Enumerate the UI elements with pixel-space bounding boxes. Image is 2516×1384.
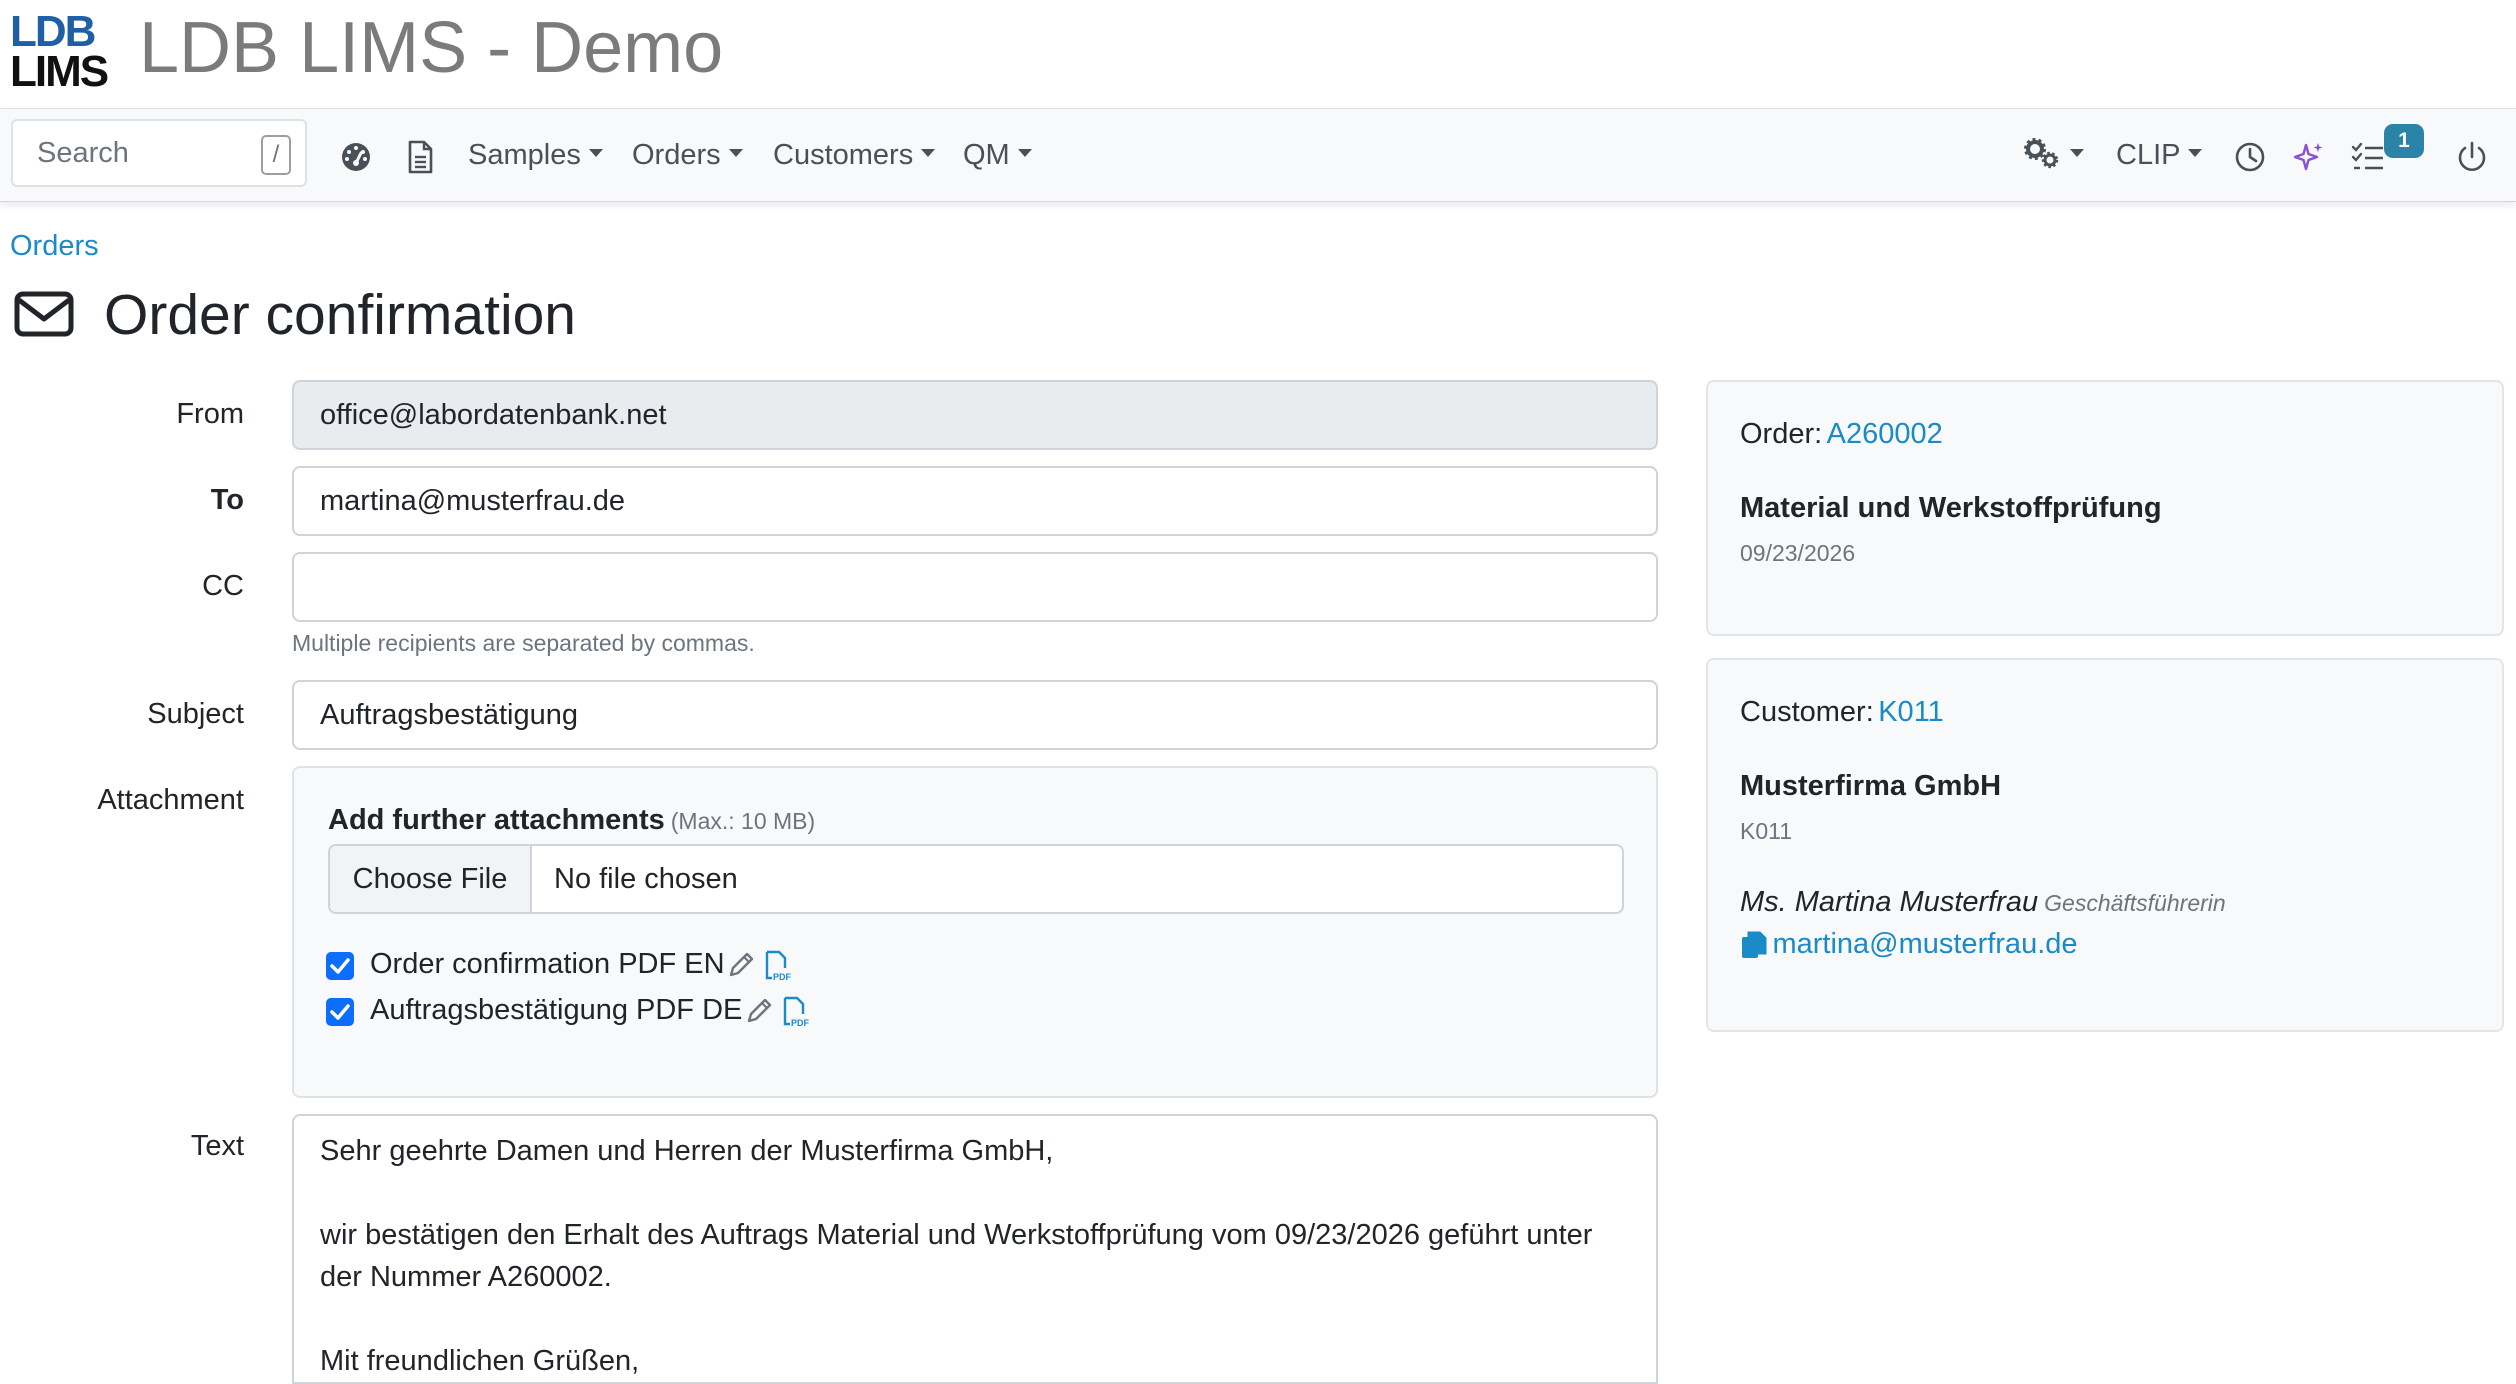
message-textarea[interactable]: Sehr geehrte Damen und Herren der Muster… bbox=[292, 1114, 1658, 1384]
power-icon[interactable] bbox=[2454, 139, 2490, 175]
contact-name: Ms. Martina Musterfrau bbox=[1740, 886, 2039, 918]
attachment-checkbox[interactable] bbox=[326, 998, 354, 1026]
file-upload-input[interactable]: Choose File No file chosen bbox=[328, 844, 1624, 914]
text-label: Text bbox=[190, 1130, 244, 1162]
customer-code: K011 bbox=[1740, 818, 1793, 844]
menu-clip[interactable]: CLIP bbox=[2116, 133, 2203, 177]
copy-icon[interactable] bbox=[1740, 930, 1768, 960]
search-box: / bbox=[11, 119, 307, 187]
attachment-label: Auftragsbestätigung PDF DE bbox=[370, 994, 743, 1026]
breadcrumb-orders[interactable]: Orders bbox=[10, 230, 99, 263]
customer-name-link[interactable]: Musterfirma GmbH bbox=[1740, 770, 2001, 803]
from-field[interactable] bbox=[292, 380, 1658, 450]
customer-card: Customer: K011 Musterfirma GmbH K011 Ms.… bbox=[1706, 658, 2504, 1032]
chevron-down-icon bbox=[728, 149, 743, 158]
app-title: LDB LIMS - Demo bbox=[139, 8, 724, 88]
logo-line-lims: LIMS bbox=[10, 47, 109, 96]
menu-settings[interactable] bbox=[2022, 133, 2084, 177]
chevron-down-icon bbox=[2070, 149, 2084, 158]
pencil-icon[interactable] bbox=[744, 996, 774, 1028]
to-field[interactable] bbox=[292, 466, 1658, 536]
svg-text:PDF: PDF bbox=[791, 1018, 810, 1028]
chevron-down-icon bbox=[2188, 149, 2203, 158]
dashboard-icon[interactable] bbox=[338, 139, 374, 175]
svg-text:PDF: PDF bbox=[773, 972, 792, 982]
menu-samples[interactable]: Samples bbox=[468, 133, 603, 177]
attachments-title: Add further attachments bbox=[328, 804, 665, 836]
menu-samples-label: Samples bbox=[468, 139, 581, 171]
message-line: Sehr geehrte Damen und Herren der Muster… bbox=[320, 1135, 1054, 1167]
cc-help-text: Multiple recipients are separated by com… bbox=[292, 630, 755, 656]
menu-qm-label: QM bbox=[963, 139, 1010, 171]
subject-field[interactable] bbox=[292, 680, 1658, 750]
message-line: Mit freundlichen Grüßen, bbox=[320, 1345, 640, 1377]
subject-label: Subject bbox=[147, 698, 244, 730]
chevron-down-icon bbox=[1017, 149, 1032, 158]
attachment-label: Order confirmation PDF EN bbox=[370, 948, 725, 980]
order-card: Order: A260002 Material und Werkstoffprü… bbox=[1706, 380, 2504, 636]
attachment-checkbox[interactable] bbox=[326, 952, 354, 980]
ai-sparkle-icon[interactable] bbox=[2290, 139, 2326, 175]
attachment-panel: Add further attachments (Max.: 10 MB) Cho… bbox=[292, 766, 1658, 1098]
pencil-icon[interactable] bbox=[726, 950, 756, 982]
menu-orders[interactable]: Orders bbox=[632, 133, 743, 177]
settings-gears-icon bbox=[2024, 138, 2059, 169]
from-label: From bbox=[176, 398, 244, 430]
app-logo[interactable]: LDB LIMS bbox=[10, 10, 109, 94]
message-line: wir bestätigen den Erhalt des Auftrags M… bbox=[320, 1219, 1593, 1293]
chevron-down-icon bbox=[588, 149, 603, 158]
cc-field[interactable] bbox=[292, 552, 1658, 622]
file-status-text: No file chosen bbox=[554, 863, 738, 895]
customer-reference: Customer: K011 bbox=[1740, 696, 1944, 729]
pdf-file-icon[interactable]: PDF bbox=[764, 950, 794, 982]
order-reference: Order: A260002 bbox=[1740, 418, 1943, 451]
order-name: Material und Werkstoffprüfung bbox=[1740, 492, 2162, 524]
menu-customers-label: Customers bbox=[773, 139, 914, 171]
tasks-count-badge: 1 bbox=[2384, 124, 2424, 158]
menu-clip-label: CLIP bbox=[2116, 139, 2181, 171]
history-clock-icon[interactable] bbox=[2232, 139, 2268, 175]
menu-qm[interactable]: QM bbox=[963, 133, 1032, 177]
attachment-label: Attachment bbox=[97, 784, 244, 816]
tasks-list-icon[interactable] bbox=[2350, 139, 2386, 175]
customer-contact: Ms. Martina Musterfrau Geschäftsführerin bbox=[1740, 886, 2226, 919]
attachments-max-size: (Max.: 10 MB) bbox=[670, 808, 816, 834]
search-shortcut-hint: / bbox=[261, 135, 291, 175]
contact-role: Geschäftsführerin bbox=[2044, 890, 2226, 916]
order-label: Order: bbox=[1740, 418, 1823, 450]
brand-bar: LDB LIMS LDB LIMS - Demo bbox=[0, 0, 2516, 108]
envelope-icon bbox=[14, 291, 74, 337]
customer-label: Customer: bbox=[1740, 696, 1874, 728]
choose-file-button[interactable]: Choose File bbox=[330, 846, 532, 912]
chevron-down-icon bbox=[921, 149, 936, 158]
order-date: 09/23/2026 bbox=[1740, 540, 1856, 566]
menu-orders-label: Orders bbox=[632, 139, 721, 171]
main-navbar: / Samples Orders Customers QM bbox=[0, 108, 2516, 202]
search-input[interactable] bbox=[13, 121, 267, 185]
contact-email-row: martina@musterfrau.de bbox=[1740, 928, 2078, 964]
menu-customers[interactable]: Customers bbox=[773, 133, 936, 177]
to-label: To bbox=[210, 484, 244, 516]
pdf-file-icon[interactable]: PDF bbox=[782, 996, 812, 1028]
contact-email-link[interactable]: martina@musterfrau.de bbox=[1772, 928, 2077, 960]
page-title: Order confirmation bbox=[104, 283, 577, 347]
document-icon[interactable] bbox=[402, 139, 438, 175]
order-id-link[interactable]: A260002 bbox=[1827, 418, 1943, 450]
attachments-heading: Add further attachments (Max.: 10 MB) bbox=[328, 804, 815, 837]
customer-id-link[interactable]: K011 bbox=[1878, 696, 1944, 728]
cc-label: CC bbox=[202, 570, 244, 602]
